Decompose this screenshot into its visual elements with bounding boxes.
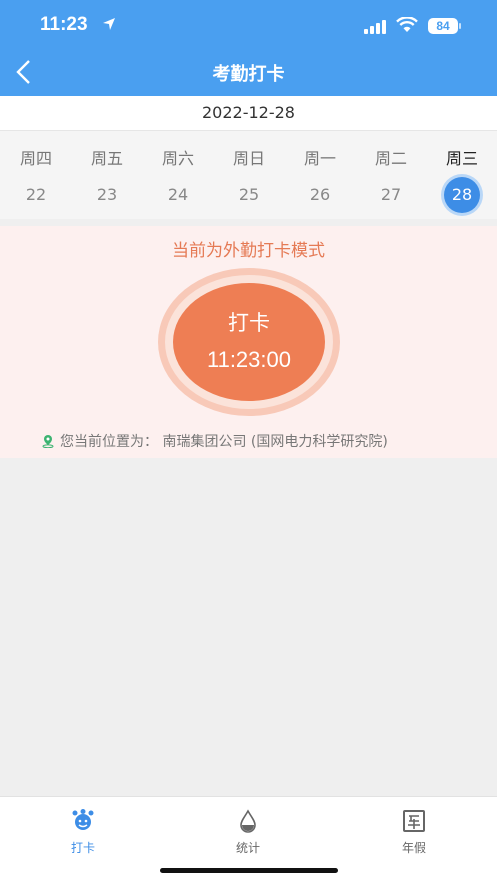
weekday-label: 周五 [90,149,123,168]
day-number: 27 [380,185,402,204]
day-number: 23 [96,185,118,204]
stats-icon [240,809,256,833]
weekday-label: 周四 [19,149,52,168]
location-arrow-icon [103,18,115,30]
status-time: 11:23 [40,14,88,35]
tab-stats[interactable]: 统计 [198,809,298,856]
punch-button[interactable]: 打卡 11:23:00 [173,283,325,401]
annual-leave-icon [403,810,425,832]
weekday-label: 周日 [232,149,265,168]
tab-annual-leave[interactable]: 年假 [364,809,464,856]
punch-button-ring: 打卡 11:23:00 [158,268,340,416]
day-number: 22 [25,185,47,204]
current-location: 您当前位置为： 南瑞集团公司 (国网电力科学研究院) [42,431,388,451]
weekday-label: 周六 [161,149,194,168]
day-number: 28 [444,177,480,213]
punch-button-inner-ring: 打卡 11:23:00 [165,275,333,409]
day-number: 26 [309,185,331,204]
punch-panel: 当前为外勤打卡模式 打卡 11:23:00 您当前位置为： 南瑞集团公司 (国网… [0,226,497,458]
battery-tip [459,23,461,29]
location-text: 您当前位置为： 南瑞集团公司 (国网电力科学研究院) [60,434,388,450]
signal-icon [364,20,386,34]
page-title: 考勤打卡 [212,64,285,85]
app-header: 11:23 84 考勤打卡 [0,0,497,96]
selected-date: 2022-12-28 [0,96,497,131]
status-bar: 11:23 84 [0,0,497,50]
home-indicator [160,868,338,873]
weekday-label: 周二 [374,149,407,168]
week-selector: 周四 22 周五 23 周六 24 周日 25 周一 26 周二 27 周三 2… [0,131,497,219]
tab-punch[interactable]: 打卡 [33,809,133,856]
punch-button-label: 打卡 [228,311,270,335]
day-number: 25 [238,185,260,204]
weekday-label: 周一 [303,149,336,168]
tab-label: 统计 [235,841,260,855]
punch-icon [72,809,94,830]
tab-label: 年假 [401,841,426,855]
day-number: 24 [167,185,189,204]
battery-indicator: 84 [428,18,458,34]
punch-time: 11:23:00 [206,347,291,372]
location-pin-icon [42,435,54,449]
tab-label: 打卡 [70,841,95,855]
wifi-icon [396,17,418,32]
weekday-label: 周三 [445,149,478,168]
punch-mode-text: 当前为外勤打卡模式 [172,241,325,261]
